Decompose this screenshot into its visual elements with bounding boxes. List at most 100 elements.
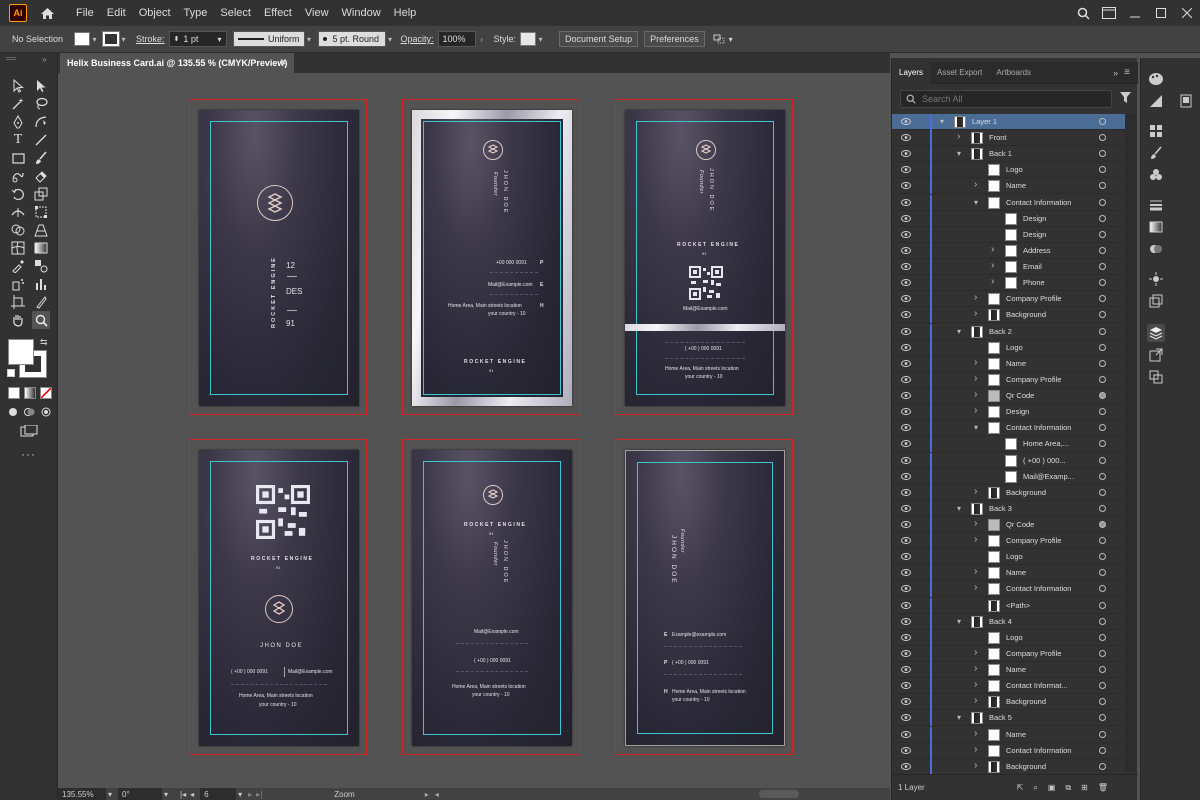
target-circle-icon[interactable] bbox=[1099, 569, 1106, 577]
edit-toolbar-icon[interactable]: ··· bbox=[21, 447, 36, 461]
layer-row[interactable]: › Name bbox=[892, 726, 1128, 743]
expand-open-icon[interactable]: ▾ bbox=[957, 713, 961, 722]
layer-name[interactable]: Front bbox=[989, 133, 1007, 142]
expand-closed-icon[interactable]: › bbox=[974, 647, 977, 658]
layer-name[interactable]: Layer 1 bbox=[972, 117, 997, 126]
expand-closed-icon[interactable]: › bbox=[974, 728, 977, 739]
hand-tool-icon[interactable] bbox=[9, 311, 27, 329]
expand-closed-icon[interactable]: › bbox=[991, 276, 994, 287]
opacity-field[interactable]: 100% bbox=[437, 31, 476, 47]
expand-closed-icon[interactable]: › bbox=[974, 389, 977, 400]
artboard-6[interactable]: Founder JHON DOE E Example@example.com P… bbox=[615, 439, 793, 755]
layer-name[interactable]: Company Profile bbox=[1006, 294, 1061, 303]
expand-closed-icon[interactable]: › bbox=[974, 373, 977, 384]
visibility-eye-icon[interactable] bbox=[901, 569, 911, 578]
target-circle-icon[interactable] bbox=[1099, 488, 1106, 496]
panel-collapse-icon[interactable]: » bbox=[1113, 68, 1118, 78]
visibility-eye-icon[interactable] bbox=[901, 714, 911, 723]
layer-name[interactable]: Name bbox=[1006, 568, 1026, 577]
layer-name[interactable]: Background bbox=[1006, 310, 1046, 319]
shape-builder-icon[interactable] bbox=[9, 221, 27, 239]
visibility-eye-icon[interactable] bbox=[901, 472, 911, 482]
expand-closed-icon[interactable]: › bbox=[974, 760, 977, 771]
layer-row[interactable]: › Background bbox=[892, 307, 1128, 324]
expand-closed-icon[interactable]: › bbox=[957, 131, 960, 142]
visibility-eye-icon[interactable] bbox=[901, 440, 911, 449]
expand-closed-icon[interactable]: › bbox=[974, 744, 977, 755]
expand-closed-icon[interactable]: › bbox=[974, 679, 977, 690]
expand-closed-icon[interactable]: › bbox=[974, 486, 977, 497]
target-circle-icon[interactable] bbox=[1099, 440, 1106, 448]
artboard-tool-icon[interactable] bbox=[9, 293, 27, 311]
target-circle-icon[interactable] bbox=[1099, 182, 1106, 190]
line-segment-icon[interactable] bbox=[32, 131, 50, 149]
clipping-mask-icon[interactable]: ▣ bbox=[1048, 783, 1056, 792]
visibility-eye-icon[interactable] bbox=[901, 553, 911, 562]
blend-tool-icon[interactable] bbox=[32, 257, 50, 275]
visibility-eye-icon[interactable] bbox=[901, 359, 911, 369]
locate-object-icon[interactable]: ⌕ bbox=[1033, 783, 1037, 793]
layer-row[interactable]: ( +00 ) 000... bbox=[892, 452, 1128, 469]
canvas[interactable]: ROCKET ENGINE 12 DES 91 JHON DOE Founder… bbox=[58, 73, 890, 788]
layer-row[interactable]: › Contact Information bbox=[892, 742, 1128, 759]
visibility-eye-icon[interactable] bbox=[901, 682, 911, 691]
visibility-eye-icon[interactable] bbox=[901, 375, 911, 385]
variable-width-profile[interactable]: Uniform bbox=[232, 31, 305, 47]
layer-row[interactable]: ▾ Back 1 bbox=[892, 146, 1128, 163]
collapse-icon[interactable]: » bbox=[42, 55, 46, 64]
layer-row[interactable]: › Name bbox=[892, 662, 1128, 679]
target-circle-icon[interactable] bbox=[1099, 537, 1106, 545]
artboard-navigator[interactable]: 6 bbox=[200, 788, 237, 800]
expand-closed-icon[interactable]: › bbox=[991, 244, 994, 255]
expand-closed-icon[interactable]: › bbox=[974, 695, 977, 706]
menu-file[interactable]: File bbox=[76, 7, 94, 19]
expand-closed-icon[interactable]: › bbox=[974, 405, 977, 416]
appearance-icon[interactable] bbox=[1177, 92, 1195, 110]
visibility-eye-icon[interactable] bbox=[901, 150, 911, 159]
layer-name[interactable]: ( +00 ) 000... bbox=[1023, 456, 1066, 465]
fill-dropdown-arrow[interactable]: ▾ bbox=[90, 32, 99, 46]
type-tool-icon[interactable]: T bbox=[9, 131, 27, 149]
menu-view[interactable]: View bbox=[305, 7, 329, 19]
close-icon[interactable] bbox=[1174, 0, 1200, 26]
expand-open-icon[interactable]: ▾ bbox=[974, 198, 978, 207]
expand-closed-icon[interactable]: › bbox=[974, 663, 977, 674]
none-mode-icon[interactable] bbox=[40, 387, 52, 399]
menu-object[interactable]: Object bbox=[139, 7, 171, 19]
visibility-eye-icon[interactable] bbox=[901, 327, 911, 337]
fill-swatch[interactable] bbox=[74, 32, 90, 46]
draw-behind-icon[interactable] bbox=[24, 407, 36, 417]
opacity-label[interactable]: Opacity: bbox=[401, 34, 434, 44]
target-circle-icon[interactable] bbox=[1099, 166, 1106, 174]
layers-panel-icon[interactable] bbox=[1147, 324, 1165, 342]
preferences-button[interactable]: Preferences bbox=[644, 31, 705, 47]
target-circle-icon[interactable] bbox=[1099, 408, 1106, 416]
target-circle-icon[interactable] bbox=[1099, 698, 1106, 706]
fill-color-swatch[interactable] bbox=[8, 339, 34, 365]
visibility-eye-icon[interactable] bbox=[901, 246, 911, 256]
layer-row[interactable]: › Phone bbox=[892, 275, 1128, 292]
target-circle-icon[interactable] bbox=[1099, 617, 1106, 625]
layer-name[interactable]: Name bbox=[1006, 359, 1026, 368]
layer-name[interactable]: Home Area,... bbox=[1023, 439, 1069, 448]
layer-row[interactable]: <Path> bbox=[892, 597, 1128, 614]
layer-name[interactable]: Name bbox=[1006, 730, 1026, 739]
expand-closed-icon[interactable]: › bbox=[974, 179, 977, 190]
target-circle-icon[interactable] bbox=[1099, 585, 1106, 593]
layer-name[interactable]: Design bbox=[1006, 407, 1029, 416]
layer-name[interactable]: Phone bbox=[1023, 278, 1045, 287]
layer-row[interactable]: Logo bbox=[892, 162, 1128, 179]
layer-row[interactable]: › Contact Information bbox=[892, 581, 1128, 598]
target-circle-icon[interactable] bbox=[1099, 472, 1106, 480]
artboard-5[interactable]: ROCKET ENGINE 91 JHON DOE Founder Mail@E… bbox=[402, 439, 580, 755]
target-circle-icon[interactable] bbox=[1099, 682, 1106, 690]
swap-colors-icon[interactable]: ⇆ bbox=[40, 337, 48, 348]
expand-closed-icon[interactable]: › bbox=[974, 357, 977, 368]
layer-row[interactable]: ▾ Back 2 bbox=[892, 323, 1128, 340]
new-sublayer-icon[interactable]: ⧉ bbox=[1065, 783, 1071, 793]
layer-name[interactable]: Email bbox=[1023, 262, 1042, 271]
expand-open-icon[interactable]: ▾ bbox=[957, 149, 961, 158]
visibility-eye-icon[interactable] bbox=[901, 230, 911, 240]
artboard-3[interactable]: JHON DOE Founder ROCKET ENGINE 91 Mail@E… bbox=[615, 99, 793, 415]
target-circle-icon[interactable] bbox=[1099, 246, 1106, 254]
